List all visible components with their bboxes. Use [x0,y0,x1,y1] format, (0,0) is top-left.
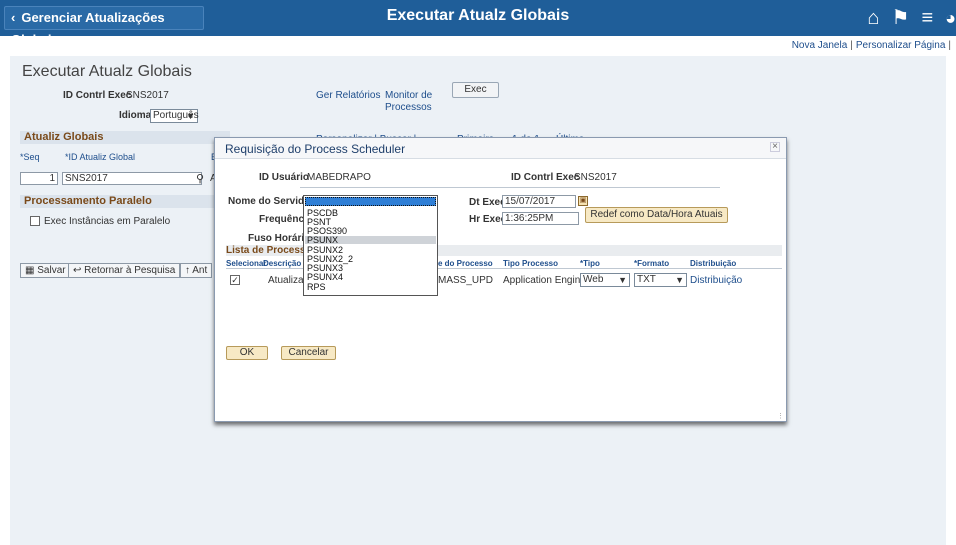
format-column-header: *Formato [634,259,670,268]
parallel-processing-header: Processamento Paralelo [20,195,230,208]
process-monitor-link-1[interactable]: Monitor de [385,90,432,101]
server-option-selected[interactable]: PSUNX [305,236,436,245]
server-option[interactable]: PSUNX2 [305,246,436,255]
description-column-header: Descrição [263,259,302,268]
run-control-label: ID Contrl Exec [63,90,132,101]
search-icon[interactable]: ⚲ [196,172,204,185]
server-option[interactable]: PSUNX3 [305,264,436,273]
process-monitor-link-2[interactable]: Processos [385,102,432,113]
parallel-checkbox[interactable] [30,216,40,226]
global-update-id-column-header: *ID Atualiz Global [65,152,136,162]
user-id-label: ID Usuário [259,172,310,183]
ok-button[interactable]: OK [226,346,268,360]
chevron-down-icon: ▼ [675,275,684,285]
process-name-column-header: e do Processo [438,259,493,268]
home-icon[interactable]: ⌂ [867,6,879,30]
divider [300,187,720,188]
run-date-label: Dt Exec [469,197,506,208]
run-date-input[interactable]: 15/07/2017 [502,195,576,208]
language-label: Idioma [119,110,152,121]
calendar-icon[interactable]: ▣ [578,196,588,206]
flag-icon[interactable]: ⚑ [892,6,910,30]
select-column-header: Selecionar [226,259,267,268]
navbar-icon[interactable]: ◕ [945,6,956,30]
server-option[interactable]: PSOS390 [305,227,436,236]
run-control-value: SNS2017 [126,90,169,101]
return-label: Retornar à Pesquisa [84,265,176,276]
server-option-empty[interactable] [305,197,436,206]
page-title: Executar Atualz Globais [22,63,192,80]
reset-date-time-button[interactable]: Redef como Data/Hora Atuais [585,207,728,223]
resize-handle-icon[interactable]: ⋮ [777,412,784,420]
chevron-down-icon: ▼ [618,275,627,285]
distribution-column-header: Distribuição [690,259,737,268]
return-icon: ↩ [73,265,85,276]
format-select[interactable]: TXT ▼ [634,273,687,287]
modal-run-control-value: SNS2017 [574,172,617,183]
language-select[interactable]: Português ▼ [150,109,199,123]
timezone-label: Fuso Horário [248,233,311,244]
cancel-button[interactable]: Cancelar [281,346,336,360]
user-id-value: MABEDRAPO [307,172,371,183]
server-option[interactable]: PSUNX4 [305,273,436,282]
top-header: ‹ Gerenciar Atualizações Globais Executar… [0,0,956,47]
process-type-value: Application Engine [503,275,586,286]
top-links: Nova Janela | Personalizar Página | [791,40,951,51]
modal-title: Requisição do Process Scheduler [215,138,786,159]
header-icons: ⌂ ⚑ ≡ ◕ [867,6,956,30]
menu-icon[interactable]: ≡ [921,6,933,30]
modal-run-control-label: ID Contrl Exec [511,172,580,183]
previous-button[interactable]: ↑ Ant [180,263,213,278]
server-option[interactable]: PSUNX2_2 [305,255,436,264]
exec-button[interactable]: Exec [452,82,499,98]
save-button[interactable]: ▦ Salvar [20,263,71,278]
previous-label: Ant [192,265,208,276]
server-name-label: Nome do Servidor [228,196,315,207]
customize-page-link[interactable]: Personalizar Página [856,40,946,51]
seq-input[interactable]: 1 [20,172,58,185]
format-select-value: TXT [637,274,656,285]
type-column-header: *Tipo [580,259,600,268]
save-icon: ▦ [25,265,38,276]
server-option[interactable]: RPS [305,283,436,292]
new-window-link[interactable]: Nova Janela [792,40,848,51]
save-label: Salvar [37,265,66,276]
seq-column-header: *Seq [20,152,40,162]
server-dropdown[interactable]: PSCDB PSNT PSOS390 PSUNX PSUNX2 PSUNX2_2… [303,195,438,296]
process-name-value: MASS_UPD [438,275,494,286]
parallel-checkbox-label: Exec Instâncias em Paralelo [44,216,171,227]
server-option[interactable]: PSCDB [305,209,436,218]
run-time-input[interactable]: 1:36:25PM [502,212,579,225]
page-header-title: Executar Atualz Globais [386,7,570,24]
reports-link[interactable]: Ger Relatórios [316,90,380,101]
return-to-search-button[interactable]: ↩ Retornar à Pesquisa [68,263,181,278]
close-icon[interactable]: × [770,142,780,152]
chevron-down-icon: ▼ [186,111,195,121]
run-time-label: Hr Exec [469,214,507,225]
select-process-checkbox[interactable]: ✓ [230,275,240,285]
type-select[interactable]: Web ▼ [580,273,630,287]
global-updates-header: Atualiz Globais [20,131,230,144]
global-update-id-input[interactable]: SNS2017 [62,172,202,185]
distribution-link[interactable]: Distribuição [690,275,742,286]
process-type-column-header: Tipo Processo [503,259,558,268]
type-select-value: Web [583,274,604,285]
server-option[interactable]: PSNT [305,218,436,227]
